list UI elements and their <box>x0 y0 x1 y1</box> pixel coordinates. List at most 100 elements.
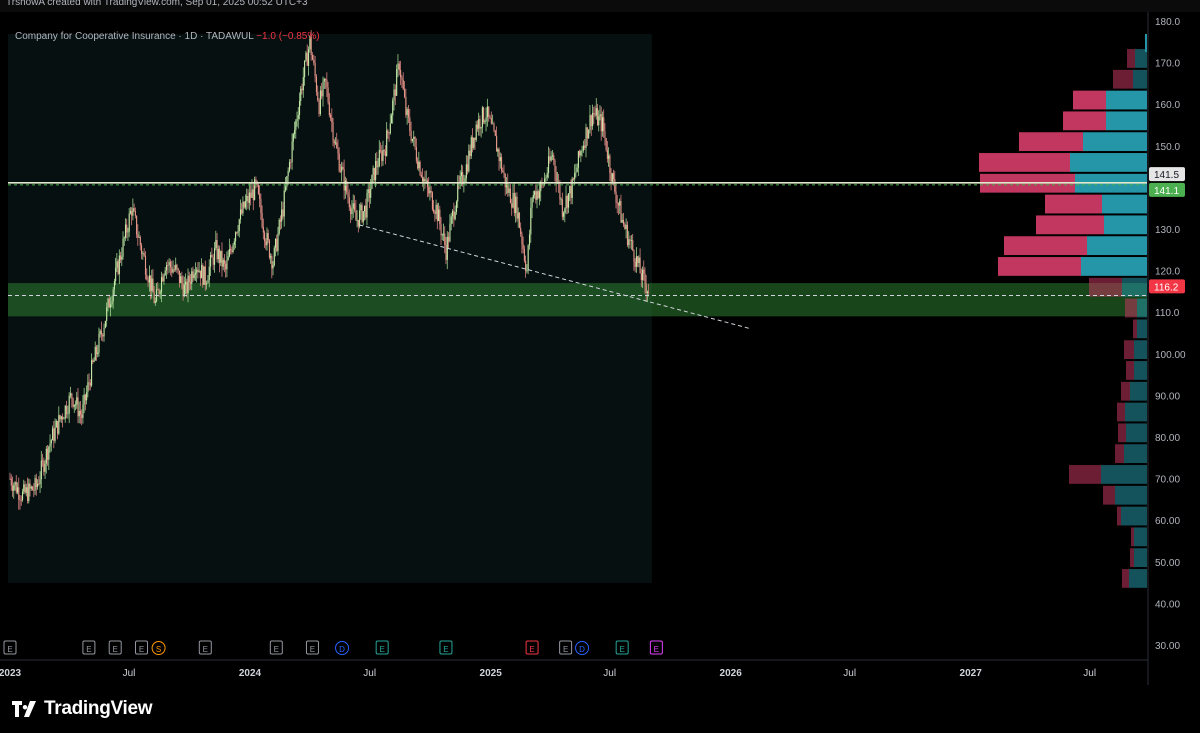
candle-body <box>622 219 625 225</box>
candle-body <box>235 232 237 242</box>
candle-body <box>164 270 166 275</box>
candle-body <box>433 209 435 213</box>
candle-body <box>485 117 487 122</box>
candle-body <box>454 212 456 220</box>
y-tick-label: 110.0 <box>1155 308 1180 319</box>
candle-body <box>106 307 108 321</box>
event-marker-label: E <box>654 645 659 654</box>
event-marker-label: E <box>7 645 12 654</box>
candle-body <box>410 130 412 141</box>
candle-body <box>52 428 54 441</box>
candle-body <box>63 418 65 420</box>
candle-body <box>265 241 267 246</box>
volume-profile-down-bar <box>1103 485 1115 505</box>
candle-body <box>189 282 192 284</box>
candle-body <box>291 141 293 163</box>
candle-body <box>372 167 374 175</box>
candle-body <box>518 212 521 228</box>
candle-body <box>238 219 240 232</box>
volume-profile-down-bar <box>1127 49 1135 68</box>
candle-body <box>355 210 357 221</box>
candle-body <box>380 150 382 152</box>
candle-body <box>632 240 634 251</box>
candle-body <box>455 201 458 213</box>
candle-body <box>402 79 404 90</box>
candle-body <box>159 292 161 294</box>
x-tick-label: Jul <box>1083 668 1096 679</box>
candle-body <box>66 405 68 414</box>
volume-profile-up-bar <box>1137 298 1147 318</box>
candle-body <box>522 244 524 249</box>
candle-body <box>478 118 480 129</box>
volume-profile-down-bar <box>1069 465 1101 484</box>
candle-body <box>434 212 436 214</box>
candle-body <box>504 173 506 188</box>
candle-body <box>257 184 259 194</box>
candle-body <box>515 196 517 213</box>
candle-body <box>88 382 90 384</box>
chart-frame[interactable]: 180.0170.0160.0150.0140.0130.0120.0110.0… <box>0 12 1200 685</box>
candle-body <box>30 486 32 489</box>
candle-body <box>227 256 229 261</box>
candle-body <box>302 77 304 91</box>
y-tick-label: 170.0 <box>1155 59 1180 70</box>
candle-body <box>350 207 352 215</box>
candle-body <box>342 166 344 170</box>
candle-body <box>637 256 639 263</box>
y-tick-label: 40.00 <box>1155 599 1180 610</box>
candle-body <box>146 274 148 280</box>
candle-body <box>305 52 307 61</box>
candle-body <box>21 491 24 501</box>
candle-body <box>400 70 402 78</box>
event-marker-label: E <box>274 645 279 654</box>
candle-body <box>571 178 573 198</box>
candle-body <box>368 189 371 198</box>
candle-body <box>78 411 80 417</box>
candle-body <box>375 160 377 181</box>
symbol-legend: Company for Cooperative Insurance · 1D ·… <box>15 31 320 42</box>
candle-body <box>206 283 208 285</box>
volume-profile-up-bar <box>1134 361 1147 380</box>
candle-body <box>580 151 582 156</box>
candle-body <box>453 210 455 220</box>
candle-body <box>221 250 223 267</box>
candle-body <box>333 140 335 144</box>
candle-body <box>173 269 175 271</box>
candle-body <box>401 77 403 80</box>
candle-body <box>9 478 11 480</box>
candle-body <box>643 269 645 274</box>
candle-body <box>180 276 182 283</box>
volume-profile-down-bar <box>1125 298 1137 318</box>
candle-body <box>273 247 275 266</box>
candle-body <box>260 198 262 213</box>
candle-body <box>113 281 115 290</box>
event-marker-label: E <box>443 645 448 654</box>
candle-body <box>613 173 615 179</box>
tradingview-logo[interactable]: TradingView <box>12 698 153 720</box>
candle-body <box>116 261 118 268</box>
candle-body <box>413 136 415 139</box>
candle-body <box>594 114 596 116</box>
candle-body <box>110 304 112 308</box>
volume-profile-up-bar <box>1102 194 1147 214</box>
volume-profile-down-bar <box>1122 569 1129 588</box>
candle-body <box>313 59 315 63</box>
candle-body <box>598 116 600 126</box>
candle-body <box>259 193 261 199</box>
volume-profile-up-bar <box>1134 548 1147 568</box>
candle-body <box>39 479 41 485</box>
candle-body <box>55 420 57 428</box>
candle-body <box>564 208 566 213</box>
price-chart[interactable]: 180.0170.0160.0150.0140.0130.0120.0110.0… <box>0 12 1200 685</box>
candle-body <box>373 167 375 181</box>
event-marker-label: S <box>156 645 161 654</box>
event-marker-label: E <box>619 645 624 654</box>
candle-body <box>304 60 306 78</box>
candle-body <box>560 199 562 201</box>
candle-body <box>317 91 319 101</box>
candle-body <box>426 180 429 187</box>
top-watermark-bar: TrshowA created with TradingView.com, Se… <box>0 0 1200 12</box>
candle-body <box>152 278 154 293</box>
candle-body <box>13 485 15 491</box>
candle-body <box>390 115 393 124</box>
